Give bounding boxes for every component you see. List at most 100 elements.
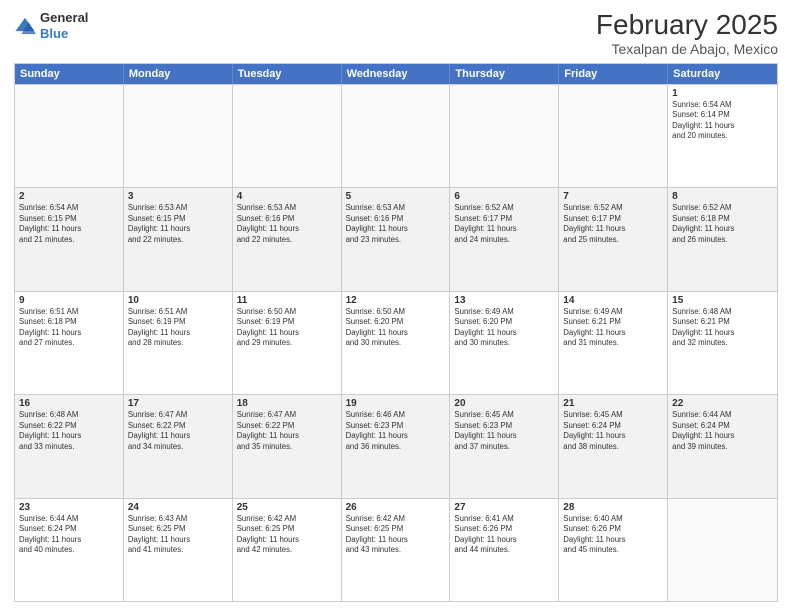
calendar-empty-cell (342, 85, 451, 187)
calendar: SundayMondayTuesdayWednesdayThursdayFrid… (14, 63, 778, 602)
calendar-day-6: 6Sunrise: 6:52 AM Sunset: 6:17 PM Daylig… (450, 188, 559, 290)
calendar-day-10: 10Sunrise: 6:51 AM Sunset: 6:19 PM Dayli… (124, 292, 233, 394)
logo-general: General (40, 10, 88, 26)
day-number: 8 (672, 191, 773, 202)
day-number: 15 (672, 295, 773, 306)
day-info: Sunrise: 6:45 AM Sunset: 6:23 PM Dayligh… (454, 410, 554, 452)
day-info: Sunrise: 6:47 AM Sunset: 6:22 PM Dayligh… (237, 410, 337, 452)
day-info: Sunrise: 6:52 AM Sunset: 6:17 PM Dayligh… (563, 203, 663, 245)
calendar-day-27: 27Sunrise: 6:41 AM Sunset: 6:26 PM Dayli… (450, 499, 559, 601)
day-number: 25 (237, 502, 337, 513)
day-of-week-saturday: Saturday (668, 64, 777, 84)
calendar-day-28: 28Sunrise: 6:40 AM Sunset: 6:26 PM Dayli… (559, 499, 668, 601)
calendar-day-12: 12Sunrise: 6:50 AM Sunset: 6:20 PM Dayli… (342, 292, 451, 394)
calendar-day-19: 19Sunrise: 6:46 AM Sunset: 6:23 PM Dayli… (342, 395, 451, 497)
calendar-day-7: 7Sunrise: 6:52 AM Sunset: 6:17 PM Daylig… (559, 188, 668, 290)
day-number: 17 (128, 398, 228, 409)
calendar-day-21: 21Sunrise: 6:45 AM Sunset: 6:24 PM Dayli… (559, 395, 668, 497)
day-of-week-friday: Friday (559, 64, 668, 84)
day-info: Sunrise: 6:49 AM Sunset: 6:21 PM Dayligh… (563, 307, 663, 349)
day-number: 5 (346, 191, 446, 202)
logo-blue: Blue (40, 26, 88, 42)
day-info: Sunrise: 6:50 AM Sunset: 6:20 PM Dayligh… (346, 307, 446, 349)
calendar-day-1: 1Sunrise: 6:54 AM Sunset: 6:14 PM Daylig… (668, 85, 777, 187)
day-info: Sunrise: 6:43 AM Sunset: 6:25 PM Dayligh… (128, 514, 228, 556)
logo: General Blue (14, 10, 88, 41)
day-number: 19 (346, 398, 446, 409)
day-number: 26 (346, 502, 446, 513)
day-info: Sunrise: 6:51 AM Sunset: 6:18 PM Dayligh… (19, 307, 119, 349)
day-info: Sunrise: 6:53 AM Sunset: 6:15 PM Dayligh… (128, 203, 228, 245)
day-number: 9 (19, 295, 119, 306)
calendar-day-23: 23Sunrise: 6:44 AM Sunset: 6:24 PM Dayli… (15, 499, 124, 601)
calendar-day-20: 20Sunrise: 6:45 AM Sunset: 6:23 PM Dayli… (450, 395, 559, 497)
calendar-day-5: 5Sunrise: 6:53 AM Sunset: 6:16 PM Daylig… (342, 188, 451, 290)
calendar-empty-cell (668, 499, 777, 601)
day-of-week-wednesday: Wednesday (342, 64, 451, 84)
day-number: 24 (128, 502, 228, 513)
calendar-day-16: 16Sunrise: 6:48 AM Sunset: 6:22 PM Dayli… (15, 395, 124, 497)
day-info: Sunrise: 6:48 AM Sunset: 6:21 PM Dayligh… (672, 307, 773, 349)
day-info: Sunrise: 6:53 AM Sunset: 6:16 PM Dayligh… (346, 203, 446, 245)
header: General Blue February 2025 Texalpan de A… (14, 10, 778, 57)
calendar-day-13: 13Sunrise: 6:49 AM Sunset: 6:20 PM Dayli… (450, 292, 559, 394)
day-number: 11 (237, 295, 337, 306)
day-info: Sunrise: 6:44 AM Sunset: 6:24 PM Dayligh… (19, 514, 119, 556)
day-info: Sunrise: 6:44 AM Sunset: 6:24 PM Dayligh… (672, 410, 773, 452)
day-number: 16 (19, 398, 119, 409)
day-info: Sunrise: 6:47 AM Sunset: 6:22 PM Dayligh… (128, 410, 228, 452)
day-number: 10 (128, 295, 228, 306)
title-block: February 2025 Texalpan de Abajo, Mexico (596, 10, 778, 57)
day-number: 14 (563, 295, 663, 306)
day-of-week-sunday: Sunday (15, 64, 124, 84)
day-of-week-monday: Monday (124, 64, 233, 84)
calendar-day-24: 24Sunrise: 6:43 AM Sunset: 6:25 PM Dayli… (124, 499, 233, 601)
day-number: 28 (563, 502, 663, 513)
logo-text: General Blue (40, 10, 88, 41)
day-info: Sunrise: 6:54 AM Sunset: 6:15 PM Dayligh… (19, 203, 119, 245)
day-info: Sunrise: 6:54 AM Sunset: 6:14 PM Dayligh… (672, 100, 773, 142)
calendar-header: SundayMondayTuesdayWednesdayThursdayFrid… (15, 64, 777, 84)
day-info: Sunrise: 6:49 AM Sunset: 6:20 PM Dayligh… (454, 307, 554, 349)
calendar-day-3: 3Sunrise: 6:53 AM Sunset: 6:15 PM Daylig… (124, 188, 233, 290)
day-of-week-thursday: Thursday (450, 64, 559, 84)
calendar-week-5: 23Sunrise: 6:44 AM Sunset: 6:24 PM Dayli… (15, 498, 777, 601)
day-number: 21 (563, 398, 663, 409)
calendar-empty-cell (233, 85, 342, 187)
calendar-subtitle: Texalpan de Abajo, Mexico (596, 41, 778, 57)
calendar-week-1: 1Sunrise: 6:54 AM Sunset: 6:14 PM Daylig… (15, 84, 777, 187)
day-number: 6 (454, 191, 554, 202)
calendar-day-8: 8Sunrise: 6:52 AM Sunset: 6:18 PM Daylig… (668, 188, 777, 290)
day-info: Sunrise: 6:52 AM Sunset: 6:18 PM Dayligh… (672, 203, 773, 245)
calendar-day-18: 18Sunrise: 6:47 AM Sunset: 6:22 PM Dayli… (233, 395, 342, 497)
day-info: Sunrise: 6:42 AM Sunset: 6:25 PM Dayligh… (237, 514, 337, 556)
calendar-day-22: 22Sunrise: 6:44 AM Sunset: 6:24 PM Dayli… (668, 395, 777, 497)
calendar-day-4: 4Sunrise: 6:53 AM Sunset: 6:16 PM Daylig… (233, 188, 342, 290)
day-number: 3 (128, 191, 228, 202)
calendar-empty-cell (450, 85, 559, 187)
day-info: Sunrise: 6:45 AM Sunset: 6:24 PM Dayligh… (563, 410, 663, 452)
day-number: 22 (672, 398, 773, 409)
calendar-body: 1Sunrise: 6:54 AM Sunset: 6:14 PM Daylig… (15, 84, 777, 601)
day-number: 2 (19, 191, 119, 202)
day-info: Sunrise: 6:51 AM Sunset: 6:19 PM Dayligh… (128, 307, 228, 349)
calendar-empty-cell (15, 85, 124, 187)
page: General Blue February 2025 Texalpan de A… (0, 0, 792, 612)
calendar-day-25: 25Sunrise: 6:42 AM Sunset: 6:25 PM Dayli… (233, 499, 342, 601)
day-number: 27 (454, 502, 554, 513)
calendar-empty-cell (559, 85, 668, 187)
day-number: 7 (563, 191, 663, 202)
calendar-day-11: 11Sunrise: 6:50 AM Sunset: 6:19 PM Dayli… (233, 292, 342, 394)
calendar-title: February 2025 (596, 10, 778, 41)
day-info: Sunrise: 6:48 AM Sunset: 6:22 PM Dayligh… (19, 410, 119, 452)
calendar-week-3: 9Sunrise: 6:51 AM Sunset: 6:18 PM Daylig… (15, 291, 777, 394)
day-number: 13 (454, 295, 554, 306)
calendar-day-17: 17Sunrise: 6:47 AM Sunset: 6:22 PM Dayli… (124, 395, 233, 497)
logo-icon (14, 15, 36, 37)
day-info: Sunrise: 6:52 AM Sunset: 6:17 PM Dayligh… (454, 203, 554, 245)
day-info: Sunrise: 6:53 AM Sunset: 6:16 PM Dayligh… (237, 203, 337, 245)
day-info: Sunrise: 6:42 AM Sunset: 6:25 PM Dayligh… (346, 514, 446, 556)
day-of-week-tuesday: Tuesday (233, 64, 342, 84)
calendar-week-2: 2Sunrise: 6:54 AM Sunset: 6:15 PM Daylig… (15, 187, 777, 290)
day-info: Sunrise: 6:50 AM Sunset: 6:19 PM Dayligh… (237, 307, 337, 349)
